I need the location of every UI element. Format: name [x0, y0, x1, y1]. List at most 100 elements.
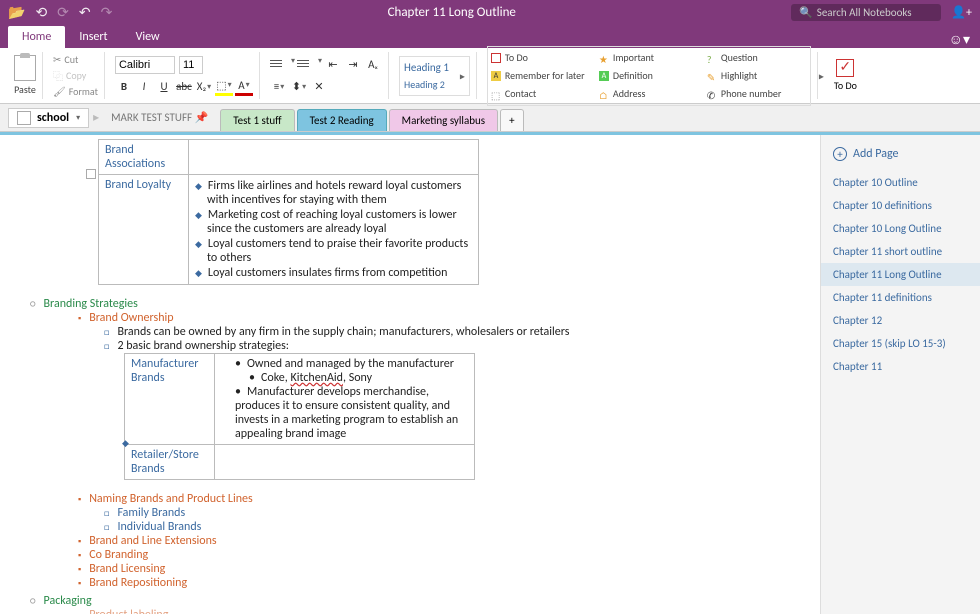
- outline-item[interactable]: Co Branding: [78, 548, 812, 562]
- copy-button[interactable]: ⿻Copy: [53, 68, 98, 83]
- section-tab-marketing[interactable]: Marketing syllabus: [389, 109, 498, 131]
- subscript-button[interactable]: X₂▾: [195, 78, 213, 96]
- chevron-down-icon: ▾: [76, 113, 80, 123]
- clear-format-button[interactable]: Aₓ: [364, 56, 382, 74]
- outdent-button[interactable]: ⇤: [324, 56, 342, 74]
- note-canvas[interactable]: Brand Associations Brand Loyalty Firms l…: [0, 135, 820, 614]
- page-list-panel: + Add Page Chapter 10 Outline Chapter 10…: [820, 135, 980, 614]
- page-list-item[interactable]: Chapter 11: [821, 355, 980, 378]
- pin-icon: 📌: [195, 111, 209, 124]
- cut-button[interactable]: ✂Cut: [53, 53, 98, 66]
- outline-item[interactable]: Naming Brands and Product Lines: [78, 492, 812, 506]
- outline-heading[interactable]: Branding Strategies: [48, 297, 812, 311]
- search-icon: 🔍: [799, 6, 813, 19]
- redo-icon[interactable]: ↷: [101, 4, 113, 21]
- add-section-button[interactable]: +: [500, 109, 523, 131]
- spacing-button[interactable]: ⬍▾: [290, 78, 308, 96]
- tag-phone[interactable]: ✆Phone number: [707, 86, 807, 102]
- outline-item[interactable]: Brand Ownership: [78, 311, 812, 325]
- indent-button[interactable]: ⇥: [344, 56, 362, 74]
- font-name-select[interactable]: [115, 56, 175, 74]
- section-tab-test2[interactable]: Test 2 Reading: [297, 109, 387, 131]
- notebook-nav: school ▾ ▸ MARK TEST STUFF 📌 Test 1 stuf…: [0, 104, 980, 132]
- diamond-bullet-icon: ◆: [122, 438, 129, 449]
- notebook-selector[interactable]: school ▾: [8, 108, 89, 128]
- ribbon-toolbar: Paste ✂Cut ⿻Copy 🖌Format B I U abc X₂▾ ⬚…: [0, 48, 980, 104]
- tag-question[interactable]: ?Question: [707, 50, 807, 66]
- todo-tag-button[interactable]: To Do: [828, 59, 863, 92]
- table-cell[interactable]: Retailer/Store Brands: [125, 445, 215, 480]
- container-handle[interactable]: [86, 169, 96, 179]
- page-list-item[interactable]: Chapter 11 short outline: [821, 240, 980, 263]
- section-tab-test1[interactable]: Test 1 stuff: [220, 109, 294, 131]
- font-size-select[interactable]: [179, 56, 203, 74]
- bold-button[interactable]: B: [115, 78, 133, 96]
- page-list-item[interactable]: Chapter 10 Long Outline: [821, 217, 980, 240]
- undo-icon[interactable]: ↶: [79, 4, 91, 21]
- window-title: Chapter 11 Long Outline: [112, 5, 791, 20]
- notebook-icon: [17, 111, 31, 125]
- table-cell[interactable]: [215, 445, 475, 480]
- format-painter-button[interactable]: 🖌Format: [53, 85, 98, 98]
- tag-remember[interactable]: ARemember for later: [491, 68, 591, 84]
- ribbon-tabs: Home Insert View ☺▾: [0, 24, 980, 48]
- scissors-icon: ✂: [53, 53, 61, 66]
- feedback-icon[interactable]: ☺▾: [949, 31, 970, 48]
- heading1-style[interactable]: Heading 1: [404, 61, 449, 74]
- tab-insert[interactable]: Insert: [65, 26, 121, 48]
- back-icon[interactable]: ⟲: [35, 4, 47, 21]
- table-cell[interactable]: Owned and managed by the manufacturer Co…: [215, 354, 475, 445]
- page-list-item[interactable]: Chapter 15 (skip LO 15-3): [821, 332, 980, 355]
- outline-item[interactable]: Product labeling: [78, 608, 812, 614]
- add-page-button[interactable]: + Add Page: [821, 143, 980, 171]
- delete-button[interactable]: ✕: [310, 78, 328, 96]
- page-list-item[interactable]: Chapter 11 definitions: [821, 286, 980, 309]
- brand-equity-table: Brand Associations Brand Loyalty Firms l…: [98, 139, 479, 285]
- outline-item[interactable]: 2 basic brand ownership strategies:: [104, 339, 812, 353]
- table-cell[interactable]: Firms like airlines and hotels reward lo…: [189, 175, 479, 285]
- page-list-item[interactable]: Chapter 11 Long Outline: [821, 263, 980, 286]
- outline-item[interactable]: Brand Repositioning: [78, 576, 812, 590]
- section-name[interactable]: MARK TEST STUFF 📌: [103, 111, 216, 124]
- font-color-button[interactable]: A▾: [235, 78, 253, 96]
- page-list-item[interactable]: Chapter 10 definitions: [821, 194, 980, 217]
- share-icon[interactable]: 👤+: [951, 5, 972, 20]
- search-box[interactable]: 🔍 Search All Notebooks: [791, 4, 941, 21]
- strikethrough-button[interactable]: abc: [175, 78, 193, 96]
- outline-item[interactable]: Brands can be owned by any firm in the s…: [104, 325, 812, 339]
- outline-item[interactable]: Brand Licensing: [78, 562, 812, 576]
- outline-item[interactable]: Family Brands: [104, 506, 812, 520]
- paste-button[interactable]: Paste: [14, 55, 36, 96]
- outline-heading[interactable]: Packaging: [48, 594, 812, 608]
- outline-item[interactable]: Individual Brands: [104, 520, 812, 534]
- numbering-button[interactable]: [297, 56, 315, 72]
- tag-contact[interactable]: ⬚Contact: [491, 86, 591, 102]
- table-cell[interactable]: [189, 140, 479, 175]
- heading2-style[interactable]: Heading 2: [404, 78, 449, 91]
- forward-icon[interactable]: ⟳: [57, 4, 69, 21]
- search-placeholder: Search All Notebooks: [817, 6, 912, 19]
- page-list-item[interactable]: Chapter 12: [821, 309, 980, 332]
- tag-todo[interactable]: To Do: [491, 50, 591, 66]
- styles-gallery[interactable]: Heading 1 Heading 2: [399, 56, 470, 96]
- tag-highlight[interactable]: ✎Highlight: [707, 68, 807, 84]
- tag-address[interactable]: ⌂Address: [599, 86, 699, 102]
- table-cell[interactable]: Brand Loyalty: [99, 175, 189, 285]
- table-cell[interactable]: Manufacturer Brands: [125, 354, 215, 445]
- plus-circle-icon: +: [833, 147, 847, 161]
- outline-item[interactable]: Brand and Line Extensions: [78, 534, 812, 548]
- highlight-button[interactable]: ⬚▾: [215, 78, 233, 96]
- underline-button[interactable]: U: [155, 78, 173, 96]
- open-icon[interactable]: 📂: [8, 4, 25, 21]
- bullets-button[interactable]: [270, 56, 288, 72]
- italic-button[interactable]: I: [135, 78, 153, 96]
- titlebar: 📂 ⟲ ⟳ ↶ ↷ Chapter 11 Long Outline 🔍 Sear…: [0, 0, 980, 24]
- tags-gallery[interactable]: To Do ★Important ?Question ARemember for…: [487, 46, 811, 106]
- table-cell[interactable]: Brand Associations: [99, 140, 189, 175]
- page-list-item[interactable]: Chapter 10 Outline: [821, 171, 980, 194]
- align-button[interactable]: ≡▾: [270, 78, 288, 96]
- tab-home[interactable]: Home: [8, 26, 65, 48]
- tag-definition[interactable]: ADefinition: [599, 68, 699, 84]
- tab-view[interactable]: View: [122, 26, 174, 48]
- tag-important[interactable]: ★Important: [599, 50, 699, 66]
